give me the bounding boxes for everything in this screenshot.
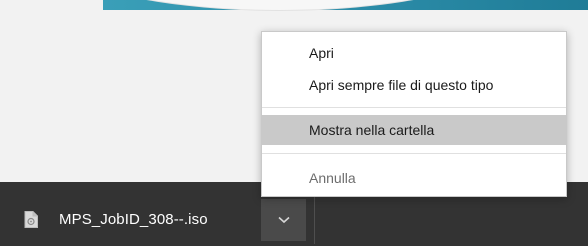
menu-item-open[interactable]: Apri <box>262 38 566 68</box>
download-options-button[interactable] <box>261 199 306 241</box>
menu-item-show-in-folder[interactable]: Mostra nella cartella <box>262 115 566 145</box>
menu-separator <box>262 107 566 108</box>
download-item[interactable]: MPS_JobID_308--.iso <box>24 207 208 231</box>
chevron-down-icon <box>277 211 290 229</box>
downloads-bar-divider <box>314 196 315 244</box>
menu-separator <box>262 153 566 154</box>
download-file-name: MPS_JobID_308--.iso <box>59 210 208 228</box>
menu-item-cancel[interactable]: Annulla <box>262 163 566 193</box>
file-icon <box>24 210 38 228</box>
menu-item-always-open[interactable]: Apri sempre file di questo tipo <box>262 70 566 100</box>
download-context-menu: Apri Apri sempre file di questo tipo Mos… <box>261 31 567 197</box>
